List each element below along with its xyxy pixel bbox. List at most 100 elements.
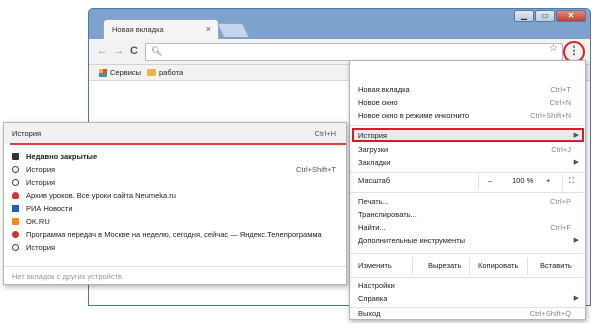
bookmark-star-icon[interactable]: ☆ (549, 43, 558, 54)
list-item-label: История (26, 243, 56, 252)
list-item-label: Архив уроков. Все уроки сайта Neumeka.ru (26, 191, 176, 200)
history-shortcut: Ctrl+H (314, 129, 336, 138)
reload-icon[interactable]: C (130, 45, 138, 57)
list-item-label: Программа передач в Москве на неделю, се… (26, 230, 322, 239)
history-entry[interactable]: Архив уроков. Все уроки сайта Neumeka.ru (4, 189, 346, 202)
highlight-underline (10, 143, 346, 145)
bookmark-work[interactable]: работа (147, 68, 183, 77)
zoom-row: Масштаб – 100 % + ⛶ (350, 174, 585, 190)
divider (562, 174, 563, 190)
tab-icon (12, 153, 19, 160)
forward-icon[interactable]: → (113, 45, 124, 57)
footer-label: Нет вкладок с других устройств (12, 272, 123, 281)
menu-item-label: Новое окно в режиме инкогнито (358, 111, 470, 120)
menu-item-label: История (358, 131, 388, 140)
tab-close-icon[interactable]: × (206, 24, 211, 34)
list-item-label: История (26, 165, 56, 174)
copy-button[interactable]: Копировать (478, 261, 518, 270)
tab-new-tab[interactable]: Новая вкладка × (103, 19, 219, 39)
history-entry[interactable]: Программа передач в Москве на неделю, се… (4, 228, 346, 241)
menu-divider (350, 125, 585, 126)
bookmark-services[interactable]: Сервисы (99, 68, 141, 77)
menu-item-label: Закладки (358, 158, 391, 167)
fullscreen-icon[interactable]: ⛶ (569, 176, 574, 186)
recently-closed-heading: Недавно закрытые (4, 150, 346, 163)
maximize-button[interactable]: ▭ (535, 10, 555, 22)
submenu-arrow-icon: ▶ (573, 159, 579, 166)
history-title: История (12, 129, 42, 138)
list-item-label: История (26, 178, 56, 187)
menu-item-cast[interactable]: Транслировать... (350, 208, 585, 221)
menu-item-new-window[interactable]: Новое окно Ctrl+N (350, 96, 585, 109)
menu-item-shortcut: Ctrl+P (549, 197, 571, 206)
paste-button[interactable]: Вставить (540, 261, 572, 270)
menu-divider (350, 253, 585, 254)
tab-title: Новая вкладка (112, 25, 164, 34)
history-submenu: История Ctrl+H Недавно закрытые История … (3, 122, 347, 285)
menu-item-find[interactable]: Найти... Ctrl+F (350, 221, 585, 234)
zoom-out-button[interactable]: – (488, 176, 492, 185)
menu-item-downloads[interactable]: Загрузки Ctrl+J (350, 143, 585, 156)
apps-icon (99, 68, 107, 77)
menu-item-print[interactable]: Печать... Ctrl+P (350, 195, 585, 208)
menu-item-new-tab[interactable]: Новая вкладка Ctrl+T (350, 83, 585, 96)
menu-item-exit[interactable]: Выход Ctrl+Shift+Q (350, 307, 585, 320)
menu-item-label: Дополнительные инструменты (358, 236, 466, 245)
menu-item-shortcut: Ctrl+N (549, 98, 571, 107)
list-item-label: Недавно закрытые (26, 152, 98, 161)
no-devices-note: Нет вкладок с других устройств (4, 270, 346, 283)
minimize-button[interactable]: ▁ (514, 10, 534, 22)
list-item-label: OK.RU (26, 217, 50, 226)
zoom-label: Масштаб (358, 176, 391, 185)
window-controls: ▁ ▭ ✕ (514, 10, 586, 22)
list-item-shortcut: Ctrl+Shift+T (295, 165, 336, 174)
history-entry[interactable]: История (4, 241, 346, 254)
menu-item-incognito[interactable]: Новое окно в режиме инкогнито Ctrl+Shift… (350, 109, 585, 122)
history-entry[interactable]: История Ctrl+Shift+T (4, 163, 346, 176)
menu-item-help[interactable]: Справка ▶ (350, 292, 585, 305)
menu-divider (350, 277, 585, 278)
site-favicon-icon (12, 192, 19, 199)
clock-icon (12, 166, 19, 173)
back-icon[interactable]: ← (97, 45, 108, 57)
zoom-value: 100 % (512, 176, 534, 185)
list-item-label: РИА Новости (26, 204, 73, 213)
history-entry[interactable]: РИА Новости (4, 202, 346, 215)
menu-item-more-tools[interactable]: Дополнительные инструменты ▶ (350, 234, 585, 247)
cut-button[interactable]: Вырезать (428, 261, 461, 270)
submenu-arrow-icon: ▶ (573, 132, 579, 139)
edit-row: Изменить Вырезать Копировать Вставить (350, 257, 585, 275)
address-bar[interactable]: 🔍︎ (145, 43, 563, 61)
menu-item-label: Новая вкладка (358, 85, 410, 94)
site-favicon-icon (12, 218, 19, 225)
clock-icon (12, 179, 19, 186)
submenu-divider (4, 266, 346, 267)
close-button[interactable]: ✕ (556, 10, 586, 22)
menu-item-label: Транслировать... (358, 210, 417, 219)
history-submenu-header[interactable]: История Ctrl+H (4, 123, 346, 143)
bookmark-label: Сервисы (110, 68, 142, 77)
site-favicon-icon (12, 205, 19, 212)
menu-item-shortcut: Ctrl+T (550, 85, 571, 94)
menu-item-shortcut: Ctrl+F (550, 223, 571, 232)
menu-item-shortcut: Ctrl+J (551, 145, 571, 154)
menu-item-label: Настройки (358, 281, 395, 290)
zoom-in-button[interactable]: + (546, 176, 550, 185)
menu-item-label: Печать... (358, 197, 389, 206)
history-entry[interactable]: История (4, 176, 346, 189)
clock-icon (12, 244, 19, 251)
folder-icon (147, 69, 156, 76)
menu-item-history[interactable]: История ▶ (350, 129, 585, 142)
submenu-arrow-icon: ▶ (573, 237, 579, 244)
divider (478, 174, 479, 190)
menu-item-label: Загрузки (358, 145, 389, 154)
history-entry[interactable]: OK.RU (4, 215, 346, 228)
edit-label: Изменить (358, 261, 392, 270)
search-icon: 🔍︎ (151, 46, 163, 56)
menu-item-bookmarks[interactable]: Закладки ▶ (350, 156, 585, 169)
menu-item-settings[interactable]: Настройки (350, 279, 585, 292)
new-tab-button[interactable] (216, 23, 250, 37)
chrome-menu: Новая вкладка Ctrl+T Новое окно Ctrl+N Н… (349, 60, 586, 320)
bookmark-label: работа (159, 68, 184, 77)
title-bar: Новая вкладка × ▁ ▭ ✕ (89, 9, 590, 39)
